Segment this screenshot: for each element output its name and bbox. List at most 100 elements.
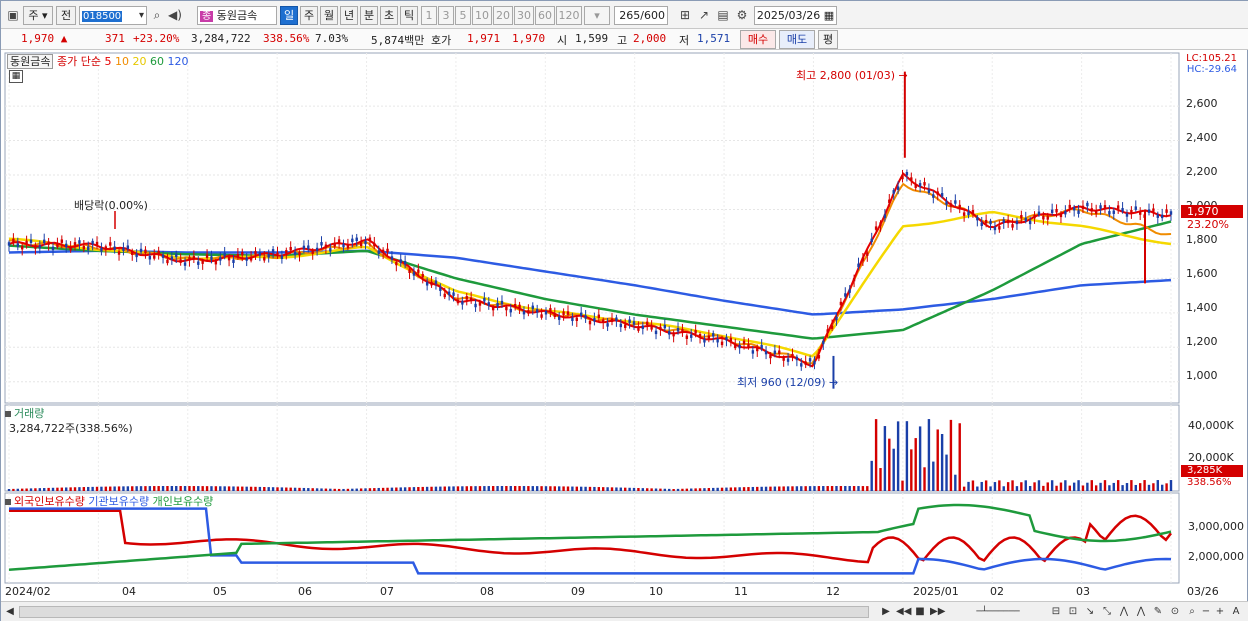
volume-bar	[153, 486, 156, 491]
volume-bar	[412, 487, 416, 491]
candle-body	[874, 226, 878, 230]
volume-bar	[117, 486, 121, 491]
volume-bar	[456, 486, 460, 491]
zoom-icon[interactable]: ⌕	[1185, 604, 1199, 620]
interval-120[interactable]: 120	[556, 6, 582, 25]
interval-30[interactable]: 30	[514, 6, 534, 25]
interval-3[interactable]: 3	[438, 6, 454, 25]
volume-bar	[650, 488, 653, 491]
candle-body	[698, 334, 702, 338]
layout-icon[interactable]: ⊟	[1049, 604, 1063, 620]
candle-body	[280, 255, 284, 259]
volume-bar	[659, 488, 662, 491]
stock-chart[interactable]	[1, 51, 1248, 601]
candle-icon[interactable]: ⊞	[677, 7, 693, 23]
sell-button[interactable]: 매도	[779, 30, 815, 49]
horizontal-scrollbar[interactable]	[19, 606, 869, 618]
interval-20[interactable]: 20	[493, 6, 513, 25]
stock-code-input[interactable]: 018500 ▾	[79, 6, 147, 25]
interval-dropdown[interactable]: ▾	[584, 6, 610, 25]
zoom-in-icon[interactable]: +	[1213, 604, 1227, 620]
font-size-icon[interactable]: A	[1229, 604, 1243, 620]
count-field[interactable]: 265/600	[614, 6, 668, 25]
speaker-icon[interactable]: ◀)	[167, 7, 183, 23]
settings-gear-icon[interactable]: ⚙	[734, 7, 750, 23]
eval-button[interactable]: 평	[818, 30, 838, 49]
line-tool-icon[interactable]: ↘	[1083, 604, 1097, 620]
period-week[interactable]: 주	[300, 6, 318, 25]
volume-bar	[971, 480, 975, 491]
market-select[interactable]: 주 ▾	[23, 6, 53, 25]
candle-body	[1121, 208, 1124, 212]
table-view-icon[interactable]: ▦	[9, 70, 23, 83]
volume-bar	[668, 488, 671, 491]
volume-ytick: 20,000K	[1188, 451, 1234, 464]
candle-body	[707, 335, 711, 340]
window-icon[interactable]: ▣	[5, 7, 21, 23]
volume-bar	[716, 487, 719, 491]
interval-1[interactable]: 1	[421, 6, 437, 25]
scroll-right-icon[interactable]: ▶	[879, 604, 893, 620]
period-month[interactable]: 월	[320, 6, 338, 25]
volume-bar	[866, 486, 869, 491]
legend-ma10[interactable]: 10	[115, 55, 129, 68]
save-icon[interactable]: ▤	[715, 7, 731, 23]
volume-bar	[166, 486, 169, 491]
zoom-out-icon[interactable]: −	[1199, 604, 1213, 620]
period-tick[interactable]: 틱	[400, 6, 418, 25]
legend-stock-name[interactable]: 동원금속	[7, 54, 54, 69]
volume-bar	[694, 488, 697, 491]
chart-area[interactable]: 동원금속 종가 단순 5 10 20 60 120 ▦ LC:105.21 HC…	[1, 51, 1248, 601]
candle-body	[1152, 208, 1155, 212]
draw-tools-icon[interactable]: ↗	[696, 7, 712, 23]
volume-bar	[606, 487, 609, 491]
candle-body	[47, 241, 50, 245]
volume-bar	[307, 488, 310, 491]
magnet-icon[interactable]: ⊙	[1168, 604, 1182, 620]
stock-badge: 종	[200, 11, 214, 22]
candle-body	[1055, 208, 1058, 213]
compare-icon[interactable]: ⊡	[1066, 604, 1080, 620]
fast-forward-icon[interactable]: ▶▶	[930, 604, 945, 620]
date-field[interactable]: 2025/03/26 ▦	[754, 6, 837, 25]
candle-body	[593, 318, 596, 322]
paint-icon[interactable]: ✎	[1151, 604, 1165, 620]
volume-bar	[681, 488, 684, 491]
period-year[interactable]: 년	[340, 6, 358, 25]
stock-name: 동원금속	[216, 9, 258, 22]
chevron-down-icon[interactable]: ▾	[138, 7, 146, 24]
interval-10[interactable]: 10	[472, 6, 492, 25]
candle-body	[232, 259, 235, 263]
pattern-tool-icon[interactable]: ⋀	[1134, 604, 1148, 620]
candle-body	[117, 251, 121, 255]
stock-name-field[interactable]: 종 동원금속	[197, 6, 277, 25]
fib-tool-icon[interactable]: ⋀	[1117, 604, 1131, 620]
ytick: 1,000	[1186, 369, 1218, 382]
legend-ma20[interactable]: 20	[132, 55, 146, 68]
period-second[interactable]: 초	[380, 6, 398, 25]
trend-tool-icon[interactable]: ⤡	[1100, 604, 1114, 620]
zoom-slider[interactable]: ─┴──────	[953, 604, 1043, 620]
interval-60[interactable]: 60	[535, 6, 555, 25]
scroll-left-icon[interactable]: ◀	[3, 604, 17, 620]
volume-panel-frame	[4, 404, 1180, 492]
legend-ma60[interactable]: 60	[150, 55, 164, 68]
trade-amount: 5,874백만	[371, 34, 425, 47]
xtick: 10	[649, 585, 663, 598]
volume-bar	[1156, 480, 1159, 491]
calendar-icon[interactable]: ▦	[824, 9, 834, 22]
legend-ma5[interactable]: 5	[104, 55, 111, 68]
buy-button[interactable]: 매수	[740, 30, 776, 49]
rewind-icon[interactable]: ◀◀	[896, 604, 911, 620]
stop-icon[interactable]: ■	[913, 604, 927, 620]
period-day[interactable]: 일	[280, 6, 298, 25]
period-minute[interactable]: 분	[360, 6, 378, 25]
interval-5[interactable]: 5	[455, 6, 471, 25]
prev-button[interactable]: 전	[56, 6, 76, 25]
search-icon[interactable]: ⌕	[149, 7, 165, 23]
volume-bar	[1081, 485, 1085, 491]
legend-ma120[interactable]: 120	[167, 55, 188, 68]
volume-bar	[764, 486, 768, 491]
candle-body	[918, 183, 922, 187]
candle-body	[1020, 215, 1023, 219]
